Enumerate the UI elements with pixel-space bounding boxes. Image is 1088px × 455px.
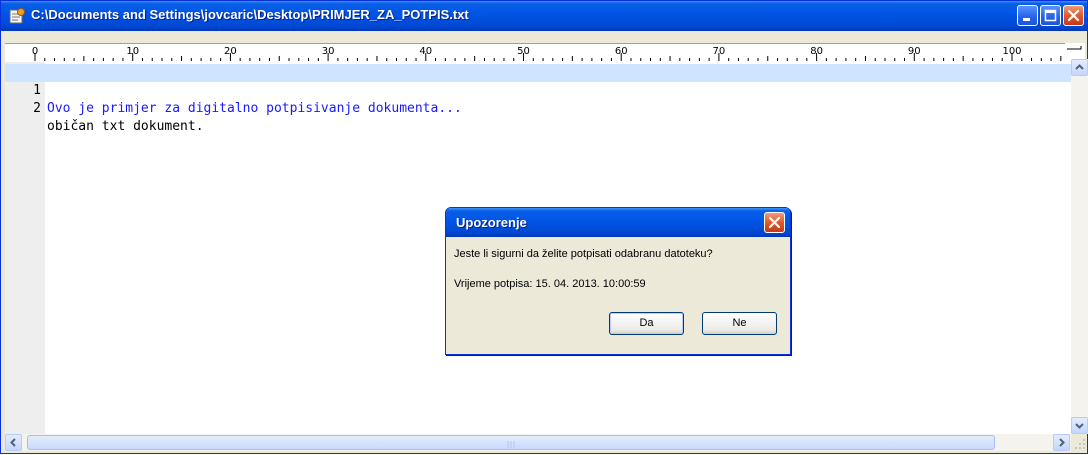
line-number: 2 [33,101,41,116]
scroll-right-button[interactable] [1053,434,1070,451]
ruler-label: 70 [713,46,726,57]
dialog-title-bar[interactable]: Upozorenje [446,208,790,237]
horizontal-scrollbar[interactable] [5,434,1071,451]
ruler-label: 10 [126,46,139,57]
vertical-scrollbar[interactable] [1071,59,1088,434]
dialog-message: Jeste li sigurni da želite potpisati oda… [454,248,713,260]
maximize-button[interactable] [1040,5,1061,26]
line-text[interactable]: Ovo je primjer za digitalno potpisivanje… [47,100,462,118]
ruler-label: 80 [810,46,823,57]
ruler-label: 100 [1002,46,1021,57]
column-ruler: 0 10 20 30 40 50 60 70 80 90 100 [5,43,1075,63]
ruler-label: 30 [322,46,335,57]
ruler-label: 0 [32,46,38,57]
ruler-label: 90 [908,46,921,57]
minimize-button[interactable] [1017,5,1038,26]
close-button[interactable] [1063,5,1084,26]
dialog-close-button[interactable] [764,212,785,233]
editor-line-1[interactable]: 1 Ovo je primjer za digitalno potpisivan… [5,64,1071,116]
ruler-label: 20 [224,46,237,57]
line-text[interactable]: običan txt dokument. [47,118,204,136]
editor-line-2[interactable]: 2 običan txt dokument. [5,82,1071,134]
dialog-title: Upozorenje [456,215,527,230]
window-title: C:\Documents and Settings\jovcaric\Deskt… [31,7,469,22]
yes-button[interactable]: Da [609,312,684,335]
ruler-label: 60 [615,46,628,57]
dialog-timestamp: Vrijeme potpisa: 15. 04. 2013. 10:00:59 [454,278,646,290]
scroll-left-button[interactable] [5,434,22,451]
ruler-label: 50 [517,46,530,57]
no-button[interactable]: Ne [702,312,777,335]
scroll-down-button[interactable] [1071,417,1088,434]
ruler-label: 40 [419,46,432,57]
confirm-dialog: Upozorenje Jeste li sigurni da želite po… [445,207,791,355]
title-bar[interactable]: C:\Documents and Settings\jovcaric\Deskt… [1,1,1087,31]
resize-grip-icon[interactable] [1072,434,1087,451]
notepad-app-icon[interactable] [9,8,25,24]
horizontal-scroll-thumb[interactable] [27,435,995,450]
ruler-ticks: 0 10 20 30 40 50 60 70 80 90 100 [32,46,1072,61]
scroll-up-button[interactable] [1071,59,1088,76]
